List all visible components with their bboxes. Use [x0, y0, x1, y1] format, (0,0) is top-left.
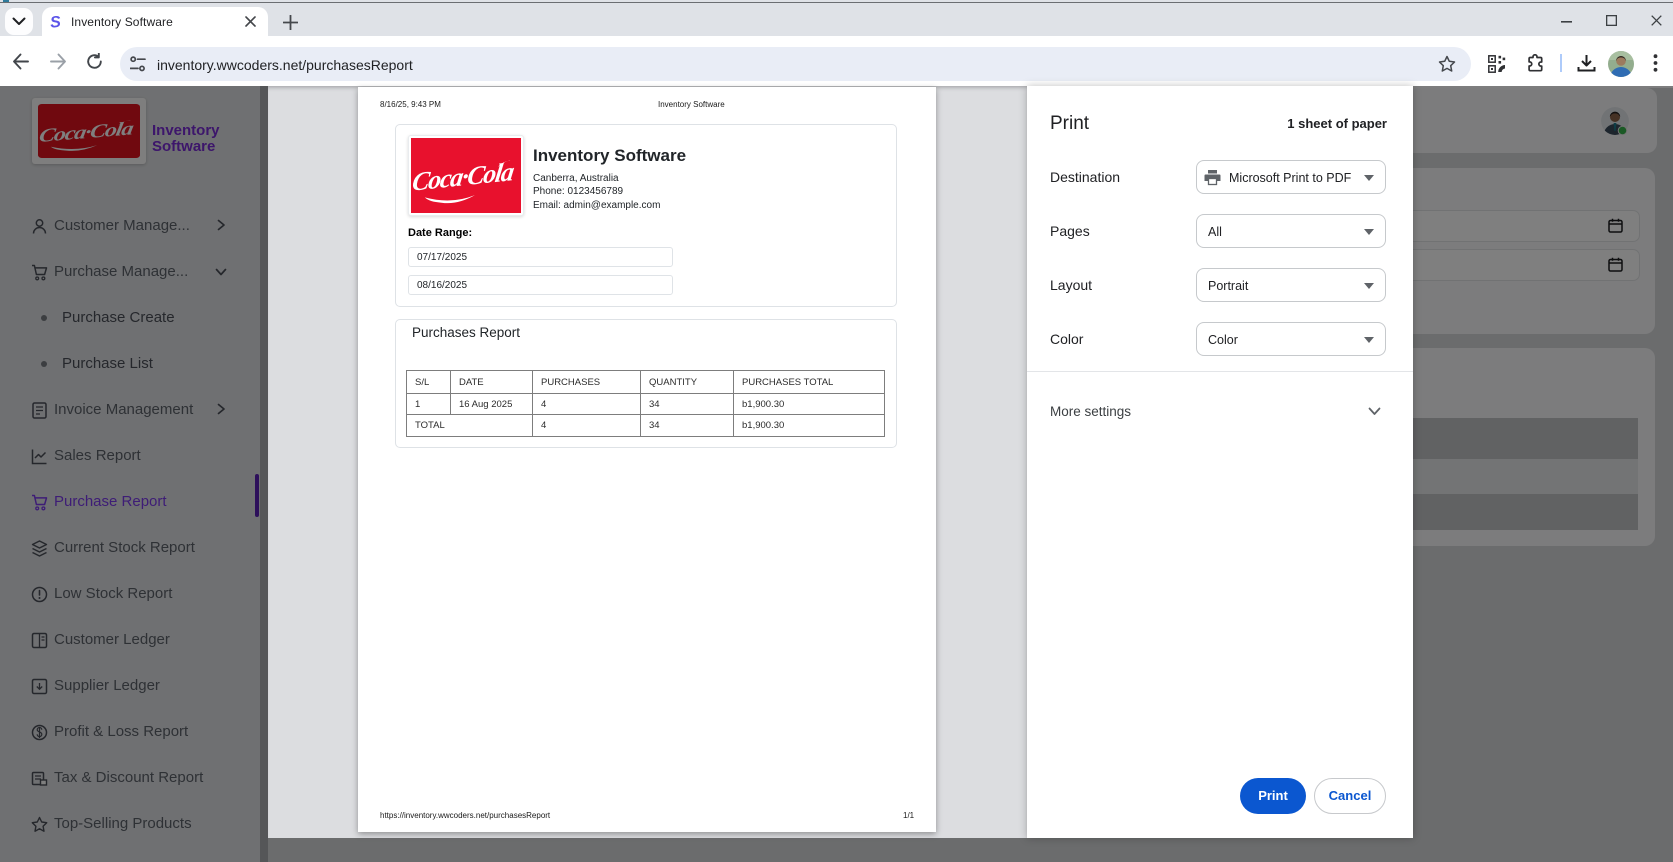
- svg-text:S: S: [49, 14, 62, 30]
